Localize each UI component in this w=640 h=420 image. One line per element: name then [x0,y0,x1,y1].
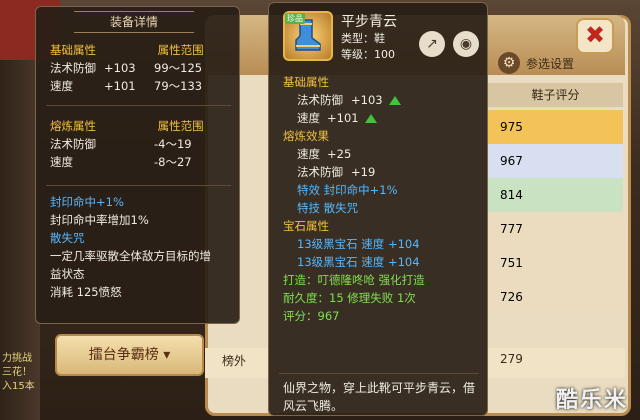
attribute-value: +101 [327,111,359,125]
skill-desc: 益状态 [50,267,85,281]
special-effect: 特效 封印命中+1% [297,183,398,197]
arrow-up-icon [388,96,401,105]
score-row[interactable]: 814 [488,178,623,212]
left-event-line: 力挑战 [2,353,32,364]
smelt-name: 法术防御 [297,165,343,179]
divider [46,105,231,106]
item-name: 平步青云 [341,14,397,30]
smelt-row: 法术防御 -4～19 [50,135,230,153]
attribute-name: 速度 [50,79,73,93]
item-attributes: 基础属性 法术防御 +103 速度 +101 熔炼效果 速度 +25 法术防御 +19 … [283,73,483,325]
attribute-range: 79～133 [154,79,203,93]
arrow-up-icon [364,114,377,123]
smelt-range: -4～19 [154,137,192,151]
left-event-text: 力挑战 三花！ 入15本 [2,352,35,394]
bottom-row-score: 279 [500,352,523,366]
smelt-range-header: 属性范围 [157,119,204,133]
score-column-header: 鞋子评分 [488,83,623,107]
attribute-row: 速度 +101 [283,109,483,127]
attribute-value: +103 [351,93,383,107]
smelt-range: -8～27 [154,155,192,169]
basic-header: 基础属性 [50,43,96,57]
item-type: 类型：鞋 [341,32,385,45]
smelt-row: 速度 +25 [283,145,483,163]
skill-desc: 一定几率驱散全体敌方目标的增 [50,249,211,263]
skill-cost: 消耗 125愤怒 [50,285,122,299]
item-description: 仙界之物，穿上此靴可平步青云，借风云飞腾。 [283,381,476,413]
bottom-row-rank: 榜外 [222,354,247,368]
smelt-name: 速度 [297,147,320,161]
smelt-value: +19 [351,165,376,179]
left-event-line: 三花！ [2,367,32,378]
panel-title: 装备详情 [74,11,194,33]
attribute-name: 法术防御 [297,93,343,107]
special-section: 封印命中+1% 封印命中率增加1% 散失咒 一定几率驱散全体敌方目标的增 益状态… [50,193,235,301]
smelt-name: 速度 [50,155,73,169]
item-level: 等级：100 [341,48,395,61]
attribute-row: 法术防御 +103 99～125 [50,59,230,77]
seal-title: 封印命中+1% [50,195,124,209]
settings-button[interactable]: ⚙ 参选设置 [498,52,574,74]
gem-row: 13级黑宝石 速度 +104 [297,255,420,269]
view-button[interactable]: ◉ [453,31,479,57]
basic-attributes-section: 基础属性 属性范围 法术防御 +103 99～125 速度 +101 79～133 [50,41,230,95]
score-row[interactable]: 751 [488,246,623,280]
divider [46,185,231,186]
item-icon[interactable]: 珍品 [283,11,333,61]
rank-dropdown-button[interactable]: 擂台争霸榜 ▾ [55,334,204,376]
special-skill: 特技 散失咒 [297,201,359,215]
smelt-attributes-section: 熔炼属性 属性范围 法术防御 -4～19 速度 -8～27 [50,117,230,171]
attribute-range: 99～125 [154,61,203,75]
score-row[interactable]: 967 [488,144,623,178]
gem-header: 宝石属性 [283,219,329,233]
gem-row: 13级黑宝石 速度 +104 [297,237,420,251]
share-icon: ↗ [426,36,438,52]
attribute-row: 速度 +101 79～133 [50,77,230,95]
attribute-value: +101 [104,79,136,93]
rank-dropdown-label: 擂台争霸榜 [88,347,159,363]
share-button[interactable]: ↗ [419,31,445,57]
gear-icon: ⚙ [498,52,520,74]
forge-info: 打造：叮德隆咚呛 强化打造 [283,273,425,287]
smelt-row: 法术防御 +19 [283,163,483,181]
basic-header: 基础属性 [283,75,329,89]
attribute-row: 法术防御 +103 [283,91,483,109]
close-button[interactable]: ✖ [576,18,614,54]
smelt-header: 熔炼效果 [283,129,329,143]
attribute-name: 法术防御 [50,61,96,75]
seal-desc: 封印命中率增加1% [50,213,149,227]
eye-icon: ◉ [459,36,473,52]
smelt-name: 法术防御 [50,137,96,151]
rarity-badge: 珍品 [285,13,305,24]
divider [279,373,479,374]
attribute-name: 速度 [297,111,320,125]
score-row[interactable]: 777 [488,212,623,246]
smelt-row: 速度 -8～27 [50,153,230,171]
item-card-panel: 珍品 平步青云 类型：鞋 等级：100 ↗ ◉ 基础属性 法术防御 +103 速度… [268,2,488,416]
score-row[interactable]: 726 [488,280,623,314]
settings-label: 参选设置 [526,56,575,71]
skill-title: 散失咒 [50,231,85,245]
equipment-detail-panel: 装备详情 基础属性 属性范围 法术防御 +103 99～125 速度 +101 79～1… [35,6,240,324]
score-row[interactable]: 975 [488,110,623,144]
watermark: 酷乐米 [555,388,628,413]
smelt-value: +25 [327,147,352,161]
basic-range-header: 属性范围 [157,43,204,57]
score-info: 评分：967 [283,309,340,323]
chevron-down-icon: ▾ [163,347,171,363]
durability-info: 耐久度：15 修理失败 1次 [283,291,416,305]
attribute-value: +103 [104,61,136,75]
smelt-header: 熔炼属性 [50,119,96,133]
left-event-line: 入15本 [2,381,35,392]
